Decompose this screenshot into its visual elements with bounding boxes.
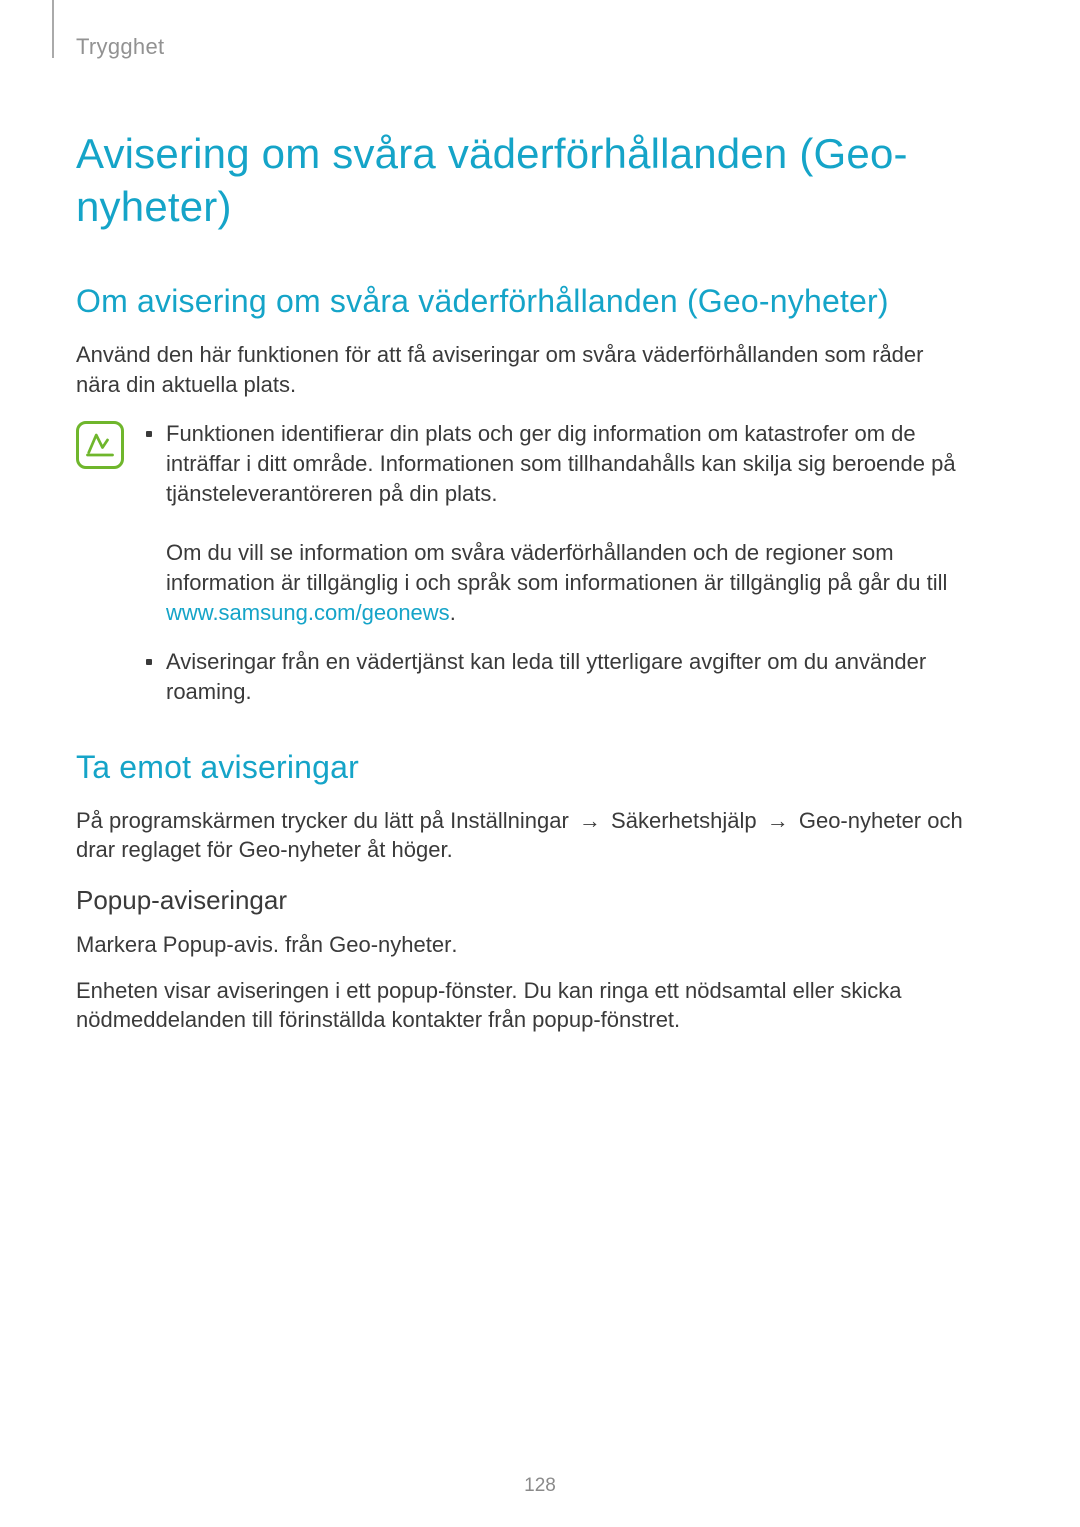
note-icon [76, 421, 124, 469]
intro-a: På programskärmen trycker du lätt på [76, 808, 450, 833]
subsection-popup-p1: Markera Popup-avis. från Geo-nyheter. [76, 930, 966, 960]
sub-p1-c: . [451, 932, 457, 957]
section-about-intro: Använd den här funktionen för att få avi… [76, 340, 966, 399]
page: Trygghet Avisering om svåra väderförhåll… [0, 0, 1080, 1527]
intro-c: åt höger. [361, 837, 453, 862]
sub-p1-a: Markera [76, 932, 163, 957]
section-receive-intro: På programskärmen trycker du lätt på Ins… [76, 806, 966, 865]
section-receive: Ta emot aviseringar På programskärmen tr… [76, 749, 970, 1035]
note-list: Funktionen identifierar din plats och ge… [146, 419, 970, 706]
sub-p1-b: Popup-avis. från Geo-nyheter [163, 932, 452, 957]
section-receive-heading: Ta emot aviseringar [76, 749, 970, 786]
bullet-icon [146, 431, 152, 437]
path-geo: Geo-nyheter [799, 808, 921, 833]
note-item-1a: Funktionen identifierar din plats och ge… [166, 421, 956, 505]
note-icon-wrap [76, 419, 124, 469]
path-settings: Inställningar [450, 808, 569, 833]
note-item-1-period: . [450, 600, 456, 625]
note-item-2: Aviseringar från en vädertjänst kan leda… [146, 647, 966, 706]
path-safety: Säkerhetshjälp [611, 808, 757, 833]
breadcrumb: Trygghet [76, 34, 970, 60]
page-number: 128 [0, 1475, 1080, 1497]
margin-rule [52, 0, 54, 58]
arrow-icon: → [575, 806, 605, 836]
subsection-popup-heading: Popup-aviseringar [76, 885, 970, 916]
bullet-icon [146, 659, 152, 665]
note-block: Funktionen identifierar din plats och ge… [76, 419, 970, 706]
note-item-1: Funktionen identifierar din plats och ge… [146, 419, 966, 627]
arrow-icon: → [763, 806, 793, 836]
subsection-popup-p2: Enheten visar aviseringen i ett popup-fö… [76, 976, 966, 1035]
note-item-1-body: Funktionen identifierar din plats och ge… [166, 419, 966, 627]
section-about: Om avisering om svåra väderförhållanden … [76, 283, 970, 707]
path-geo2: Geo-nyheter [239, 837, 361, 862]
page-title-h1: Avisering om svåra väderförhållanden (Ge… [76, 128, 956, 233]
section-about-heading: Om avisering om svåra väderförhållanden … [76, 283, 970, 320]
note-item-1b: Om du vill se information om svåra väder… [166, 540, 947, 595]
geonews-link[interactable]: www.samsung.com/geonews [166, 600, 450, 625]
note-item-2-body: Aviseringar från en vädertjänst kan leda… [166, 647, 966, 706]
